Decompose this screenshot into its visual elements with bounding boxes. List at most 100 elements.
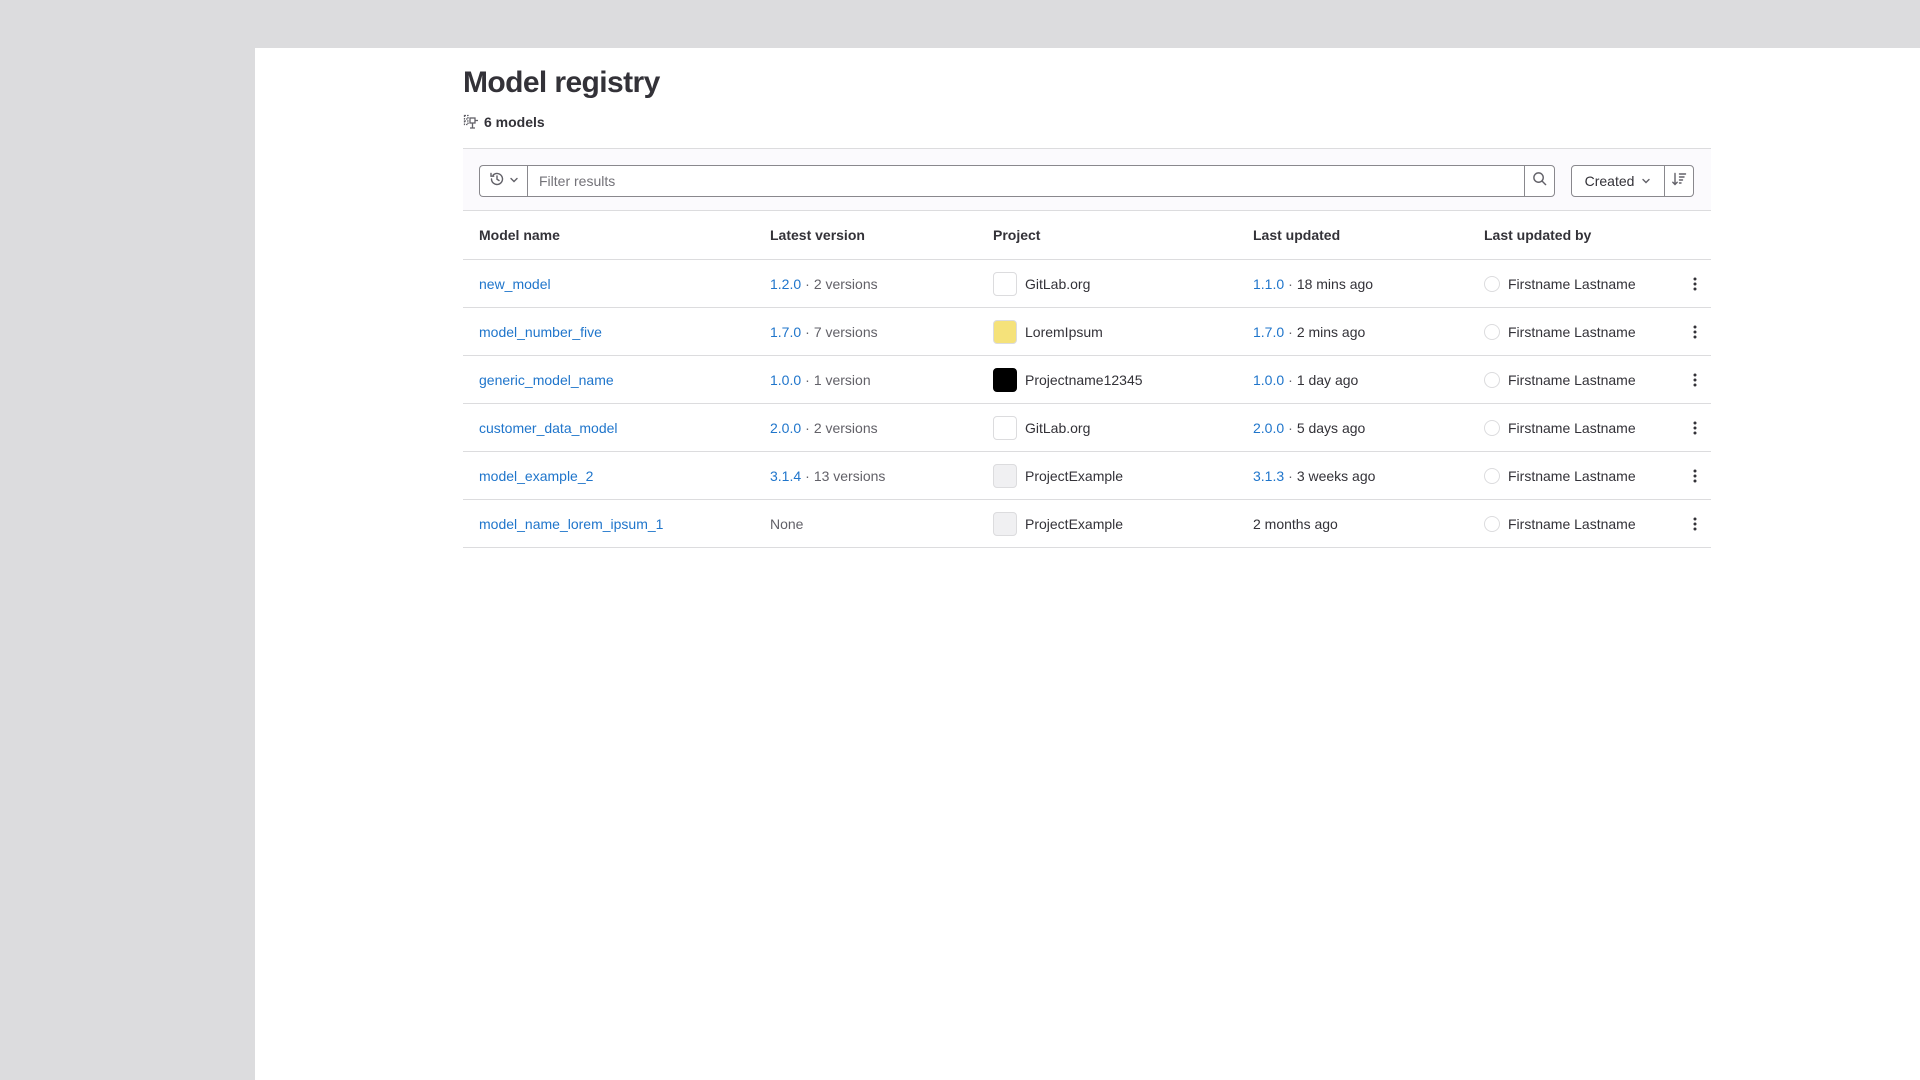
table-row: model_example_2 3.1.4 · 13 versions Proj… [463, 452, 1711, 500]
updated-by-name: Firstname Lastname [1508, 419, 1636, 436]
recent-searches-dropdown[interactable] [479, 165, 527, 197]
project-avatar [993, 463, 1017, 488]
updated-time: 1 day ago [1296, 371, 1359, 388]
updated-time: 18 mins ago [1296, 275, 1374, 292]
sort-label: Created [1584, 173, 1635, 189]
separator-dot: · [1288, 419, 1293, 436]
project-name: LoremIpsum [1025, 323, 1103, 340]
separator-dot: · [805, 467, 810, 484]
updated-version-link[interactable]: 2.0.0 [1253, 420, 1284, 436]
sort-lowest-icon [1671, 171, 1687, 192]
avatar [1484, 275, 1500, 292]
versions-count: 2 versions [813, 275, 878, 292]
updated-by-name: Firstname Lastname [1508, 467, 1636, 484]
model-name-link[interactable]: model_example_2 [479, 468, 593, 484]
separator-dot: · [805, 371, 810, 388]
separator-dot: · [1288, 371, 1293, 388]
column-header-model-name: Model name [479, 227, 560, 243]
latest-version-none: None [770, 515, 804, 532]
ellipsis-v-icon [1693, 469, 1697, 482]
project-avatar [993, 511, 1017, 536]
model-name-link[interactable]: customer_data_model [479, 420, 618, 436]
updated-version-link[interactable]: 3.1.3 [1253, 468, 1284, 484]
sort-direction-button[interactable] [1664, 165, 1694, 197]
updated-time: 5 days ago [1296, 419, 1366, 436]
separator-dot: · [1288, 467, 1293, 484]
model-count-label: 6 models [484, 114, 545, 130]
model-name-link[interactable]: generic_model_name [479, 372, 614, 388]
updated-time: 2 mins ago [1296, 323, 1366, 340]
latest-version-link[interactable]: 3.1.4 [770, 468, 801, 484]
latest-version-link[interactable]: 2.0.0 [770, 420, 801, 436]
model-icon [463, 114, 479, 130]
row-actions-button[interactable] [1683, 416, 1707, 440]
filter-input[interactable] [527, 165, 1525, 197]
column-header-last-updated-by: Last updated by [1484, 227, 1592, 243]
sort-dropdown[interactable]: Created [1571, 165, 1665, 197]
avatar [1484, 419, 1500, 436]
latest-version-link[interactable]: 1.2.0 [770, 276, 801, 292]
ellipsis-v-icon [1693, 373, 1697, 386]
separator-dot: · [1288, 323, 1293, 340]
project-name: GitLab.org [1025, 419, 1091, 436]
model-name-link[interactable]: model_number_five [479, 324, 602, 340]
model-name-link[interactable]: model_name_lorem_ipsum_1 [479, 516, 663, 532]
avatar [1484, 323, 1500, 340]
versions-count: 7 versions [813, 323, 878, 340]
updated-time: 2 months ago [1253, 515, 1338, 532]
page-title: Model registry [463, 66, 660, 99]
filter-bar: Created [463, 148, 1711, 211]
updated-by-name: Firstname Lastname [1508, 323, 1636, 340]
latest-version-link[interactable]: 1.7.0 [770, 324, 801, 340]
separator-dot: · [805, 323, 810, 340]
project-avatar [993, 367, 1017, 392]
table-row: customer_data_model 2.0.0 · 2 versions G… [463, 404, 1711, 452]
updated-version-link[interactable]: 1.7.0 [1253, 324, 1284, 340]
separator-dot: · [805, 275, 810, 292]
row-actions-button[interactable] [1683, 512, 1707, 536]
search-icon [1532, 171, 1547, 191]
separator-dot: · [805, 419, 810, 436]
table-header-row: Model name Latest version Project Last u… [463, 211, 1711, 260]
row-actions-button[interactable] [1683, 320, 1707, 344]
ellipsis-v-icon [1693, 421, 1697, 434]
row-actions-button[interactable] [1683, 272, 1707, 296]
project-name: ProjectExample [1025, 515, 1124, 532]
updated-version-link[interactable]: 1.0.0 [1253, 372, 1284, 388]
updated-version-link[interactable]: 1.1.0 [1253, 276, 1284, 292]
updated-by-name: Firstname Lastname [1508, 275, 1636, 292]
column-header-last-updated: Last updated [1253, 227, 1341, 243]
search-button[interactable] [1524, 165, 1555, 197]
project-avatar [993, 319, 1017, 344]
project-avatar [993, 271, 1017, 296]
project-name: Projectname12345 [1025, 371, 1143, 388]
ellipsis-v-icon [1693, 517, 1697, 530]
updated-time: 3 weeks ago [1296, 467, 1376, 484]
content-panel: Model registry 6 models Filter results C… [255, 48, 1920, 1080]
model-count: 6 models [463, 114, 545, 130]
history-icon [489, 171, 505, 192]
column-header-project: Project [993, 227, 1041, 243]
ellipsis-v-icon [1693, 325, 1697, 338]
chevron-down-icon [509, 172, 519, 190]
model-name-link[interactable]: new_model [479, 276, 551, 292]
separator-dot: · [1288, 275, 1293, 292]
avatar [1484, 371, 1500, 388]
row-actions-button[interactable] [1683, 368, 1707, 392]
versions-count: 13 versions [813, 467, 886, 484]
project-name: ProjectExample [1025, 467, 1124, 484]
updated-by-name: Firstname Lastname [1508, 371, 1636, 388]
project-name: GitLab.org [1025, 275, 1091, 292]
row-actions-button[interactable] [1683, 464, 1707, 488]
table-row: new_model 1.2.0 · 2 versions GitLab.org … [463, 260, 1711, 308]
updated-by-name: Firstname Lastname [1508, 515, 1636, 532]
avatar [1484, 515, 1500, 532]
versions-count: 1 version [813, 371, 871, 388]
latest-version-link[interactable]: 1.0.0 [770, 372, 801, 388]
chevron-down-icon [1641, 173, 1651, 189]
ellipsis-v-icon [1693, 277, 1697, 290]
avatar [1484, 467, 1500, 484]
table-row: generic_model_name 1.0.0 · 1 version Pro… [463, 356, 1711, 404]
column-header-latest-version: Latest version [770, 227, 865, 243]
project-avatar [993, 415, 1017, 440]
